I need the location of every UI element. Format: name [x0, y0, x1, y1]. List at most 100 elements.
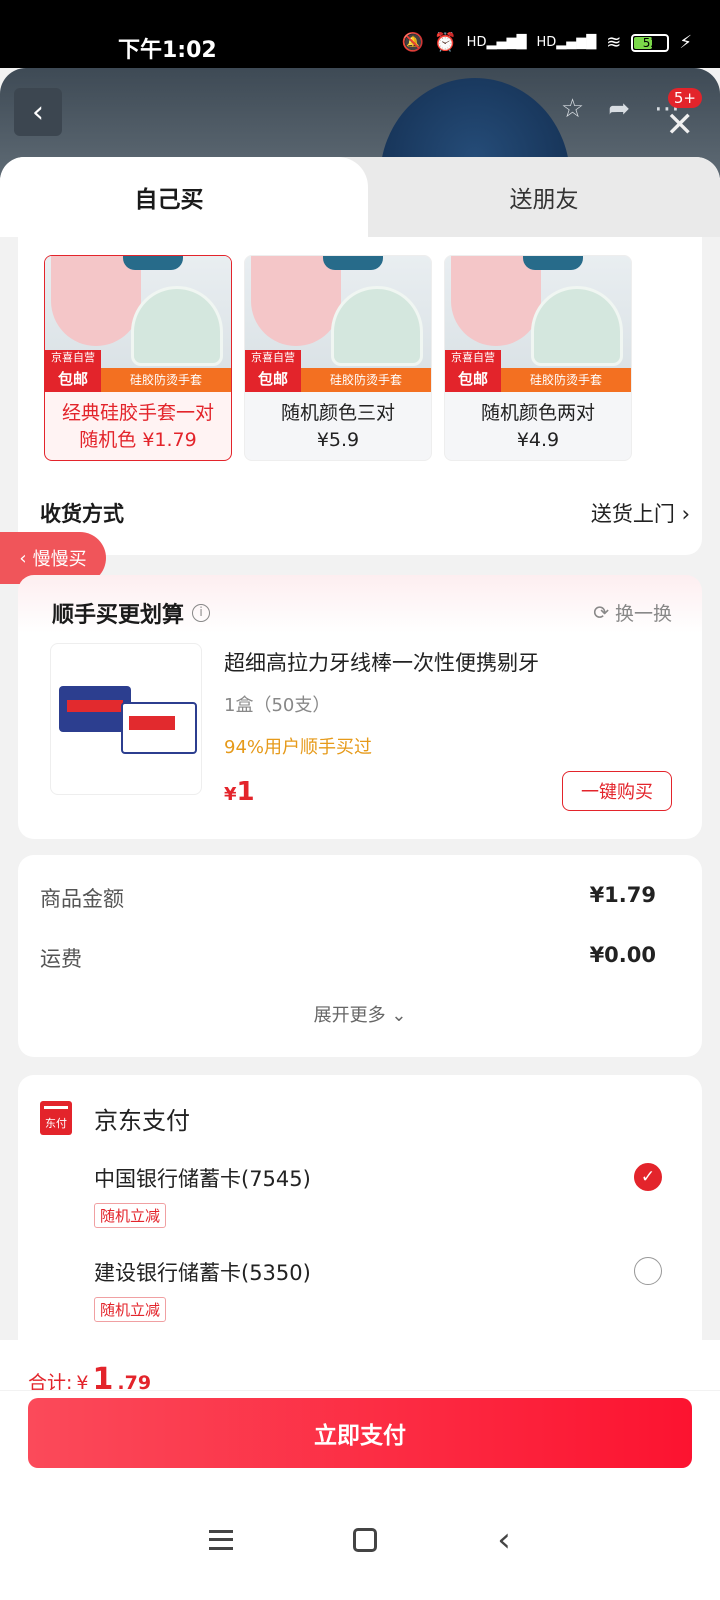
spec-caption-line2: 随机色 ¥1.79: [79, 429, 197, 451]
payment-card: 东付 京东支付 中国银行储蓄卡(7545) 随机立减 ✓ 建设银行储蓄卡(535…: [18, 1075, 702, 1340]
addon-price-value: 1: [236, 777, 255, 807]
addon-product-name[interactable]: 超细高拉力牙线棒一次性便携剔牙: [224, 647, 539, 677]
radio-checked-icon[interactable]: ✓: [634, 1163, 662, 1191]
shipping-fee-value: ¥0.00: [589, 943, 656, 967]
tab-bar: 自己买 送朋友: [0, 157, 720, 237]
status-icons: 🔕 ⏰ HD▂▄▆█ HD▂▄▆█ ≋ 52 ⚡: [402, 32, 692, 53]
delivery-value-wrap: 送货上门 ›: [591, 498, 690, 528]
radio-unchecked-icon[interactable]: [634, 1257, 662, 1285]
charging-icon: ⚡: [679, 32, 692, 53]
delivery-value: 送货上门: [590, 502, 675, 526]
addon-product-spec: 1盒（50支）: [224, 695, 331, 716]
tab-gift-friend[interactable]: 送朋友: [368, 157, 720, 237]
mute-icon: 🔕: [401, 32, 425, 53]
total-integer: 1: [92, 1362, 114, 1397]
share-icon[interactable]: ➦: [608, 94, 630, 124]
product-banner: 硅胶防烫手套: [101, 368, 231, 392]
amount-card: 商品金额 ¥1.79 运费 ¥0.00 展开更多 ⌄: [18, 855, 702, 1057]
signal-icon-1: HD▂▄▆█: [466, 35, 527, 50]
back-icon[interactable]: ‹: [497, 1523, 511, 1557]
expand-more-button[interactable]: 展开更多 ⌄: [18, 1001, 702, 1027]
bank-name: 建设银行储蓄卡(5350): [94, 1261, 311, 1285]
addon-purchase-stat: 94%用户顺手买过: [224, 737, 373, 758]
spec-options: 京喜自营 包邮 硅胶防烫手套 经典硅胶手套一对 随机色 ¥1.79 京喜自营 包…: [44, 255, 632, 461]
payment-title: 京东支付: [94, 1107, 190, 1135]
pay-now-button[interactable]: 立即支付: [28, 1398, 692, 1468]
delivery-label: 收货方式: [40, 502, 124, 526]
bank-option-2[interactable]: 建设银行储蓄卡(5350) 随机立减: [94, 1257, 662, 1337]
network-type-2: HD: [536, 35, 557, 50]
expand-more-label: 展开更多: [313, 1005, 386, 1026]
goods-amount-value: ¥1.79: [589, 883, 656, 907]
swap-button[interactable]: ⟳ 换一换: [593, 599, 672, 626]
chevron-down-icon: ⌄: [391, 1005, 407, 1026]
spec-caption-line2: ¥4.9: [516, 429, 560, 451]
header-actions: ☆ ➦ ⋯: [561, 94, 680, 124]
free-shipping-badge: 包邮: [245, 366, 301, 392]
addon-title-wrap: 顺手买更划算 i: [52, 597, 211, 629]
store-badge: 京喜自营: [45, 350, 101, 366]
addon-price-symbol: ¥: [224, 784, 237, 805]
free-shipping-badge: 包邮: [45, 366, 101, 392]
chevron-left-icon: ‹: [32, 94, 44, 130]
shipping-fee-label: 运费: [40, 947, 82, 971]
bank-name: 中国银行储蓄卡(7545): [94, 1167, 311, 1191]
back-button[interactable]: ‹: [14, 88, 62, 136]
jd-pay-logo: 东付: [40, 1101, 72, 1135]
system-nav-bar: ‹: [0, 1510, 720, 1570]
store-badge: 京喜自营: [445, 350, 501, 366]
total-amount: 合计: ¥1.79: [28, 1362, 151, 1397]
spec-caption-line1: 经典硅胶手套一对: [61, 402, 214, 424]
wifi-icon: ≋: [606, 32, 622, 53]
status-time: 下午1:02: [118, 38, 217, 63]
shipping-fee-row: 运费 ¥0.00: [40, 943, 656, 973]
battery-level: 52: [642, 35, 658, 50]
product-thumbnail: 京喜自营 包邮 硅胶防烫手套: [245, 256, 431, 392]
purchase-sheet: 自己买 送朋友 京喜自营 包邮 硅胶防烫手套 经典硅胶手套一对 随机色 ¥1.7…: [0, 157, 720, 1340]
signal-icon-2: HD▂▄▆█: [536, 35, 597, 50]
store-badge: 京喜自营: [245, 350, 301, 366]
product-banner: 硅胶防烫手套: [301, 368, 431, 392]
star-icon[interactable]: ☆: [561, 94, 584, 124]
swap-label: 换一换: [614, 603, 672, 625]
checkout-bar: 合计: ¥1.79 立即支付 ‹: [0, 1340, 720, 1600]
spec-caption-line1: 随机颜色两对: [480, 402, 595, 424]
spec-option-2[interactable]: 京喜自营 包邮 硅胶防烫手套 随机颜色三对 ¥5.9: [244, 255, 432, 461]
product-thumbnail: 京喜自营 包邮 硅胶防烫手套: [445, 256, 631, 392]
spec-option-3[interactable]: 京喜自营 包邮 硅胶防烫手套 随机颜色两对 ¥4.9: [444, 255, 632, 461]
delivery-method-row[interactable]: 收货方式 送货上门 ›: [40, 493, 690, 533]
chevron-left-icon: ‹: [19, 547, 27, 569]
goods-amount-label: 商品金额: [40, 887, 124, 911]
addon-card: 顺手买更划算 i ⟳ 换一换 超细高拉力牙线棒一次性便携剔牙 1盒（50支） 9…: [18, 575, 702, 839]
tab-self-buy[interactable]: 自己买: [0, 157, 368, 237]
refresh-icon: ⟳: [593, 601, 609, 624]
goods-amount-row: 商品金额 ¥1.79: [40, 883, 656, 913]
discount-tag: 随机立减: [94, 1203, 167, 1228]
network-type-1: HD: [466, 35, 487, 50]
close-icon[interactable]: ✕: [666, 105, 695, 145]
free-shipping-badge: 包邮: [445, 366, 501, 392]
spec-caption: 随机颜色三对 ¥5.9: [245, 392, 431, 454]
spec-caption-line2: ¥5.9: [316, 429, 360, 451]
addon-title: 顺手买更划算: [52, 603, 185, 628]
addon-price: ¥1: [224, 777, 255, 807]
slow-buy-label: 慢慢买: [32, 549, 87, 570]
bank-option-1[interactable]: 中国银行储蓄卡(7545) 随机立减 ✓: [94, 1163, 662, 1243]
divider: [0, 1390, 720, 1391]
menu-icon[interactable]: [209, 1530, 234, 1550]
spec-caption: 经典硅胶手套一对 随机色 ¥1.79: [45, 392, 231, 454]
spec-caption-line1: 随机颜色三对: [280, 402, 395, 424]
info-icon[interactable]: i: [192, 604, 211, 622]
battery-icon: 52: [631, 33, 670, 52]
chevron-right-icon: ›: [681, 502, 690, 526]
discount-tag: 随机立减: [94, 1297, 167, 1322]
spec-card: 京喜自营 包邮 硅胶防烫手套 经典硅胶手套一对 随机色 ¥1.79 京喜自营 包…: [18, 237, 702, 555]
addon-product-image[interactable]: [50, 643, 202, 795]
product-thumbnail: 京喜自营 包邮 硅胶防烫手套: [45, 256, 231, 392]
product-banner: 硅胶防烫手套: [501, 368, 631, 392]
home-icon[interactable]: [353, 1528, 378, 1552]
spec-option-1[interactable]: 京喜自营 包邮 硅胶防烫手套 经典硅胶手套一对 随机色 ¥1.79: [44, 255, 232, 461]
spec-caption: 随机颜色两对 ¥4.9: [445, 392, 631, 454]
one-click-buy-button[interactable]: 一键购买: [562, 771, 672, 811]
alarm-icon: ⏰: [434, 32, 457, 53]
